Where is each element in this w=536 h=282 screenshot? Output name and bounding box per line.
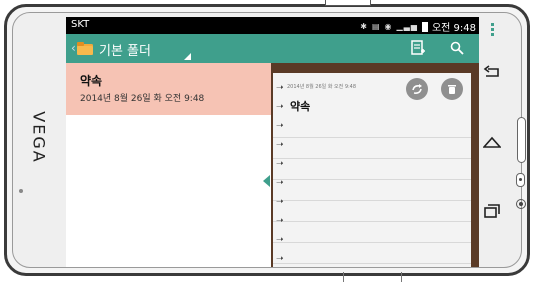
carrier-label: SKT	[71, 19, 90, 30]
wifi-icon: ◉	[384, 22, 393, 31]
note-date: 2014년 8월 26일 화 오전 9:48	[287, 84, 357, 90]
note-line	[273, 179, 471, 180]
note-title: 약속	[290, 100, 311, 113]
binder-ring-icon: ➝	[276, 140, 284, 150]
side-key	[516, 173, 525, 187]
brand-logo: VEGA	[27, 110, 51, 164]
phone-top-notch	[325, 0, 371, 6]
up-chevron-icon[interactable]: ‹	[71, 41, 76, 55]
battery-icon	[421, 21, 428, 32]
delete-icon[interactable]	[441, 78, 463, 100]
app-bar: ‹ 기본 폴더	[66, 34, 479, 63]
binder-ring-icon: ➝	[276, 216, 284, 226]
folder-title[interactable]: 기본 폴더	[99, 40, 151, 59]
phone-side-dot	[19, 189, 23, 193]
list-item[interactable]: 약속 2014년 8월 26일 화 오전 9:48	[66, 63, 271, 115]
note-line	[273, 263, 471, 264]
binder-ring-icon: ➝	[276, 197, 284, 207]
status-right-group: ✱ ▤ ◉ ▁▃▅ 오전 9:48	[360, 19, 476, 34]
note-list: 약속 2014년 8월 26일 화 오전 9:48	[66, 63, 271, 267]
note-line	[273, 137, 471, 138]
vibrate-icon: ▤	[371, 22, 381, 31]
bluetooth-icon: ✱	[360, 22, 368, 31]
signal-icon: ▁▃▅	[396, 22, 418, 31]
status-time: 오전 9:48	[431, 23, 476, 34]
note-line	[273, 200, 471, 201]
search-icon[interactable]	[447, 39, 467, 57]
status-bar: SKT ✱ ▤ ◉ ▁▃▅ 오전 9:48	[66, 17, 479, 34]
brand-text: VEGA	[29, 110, 49, 164]
note-line	[273, 221, 471, 222]
volume-rocker	[517, 117, 526, 163]
list-item-date: 2014년 8월 26일 화 오전 9:48	[80, 94, 205, 104]
collapse-pane-icon[interactable]	[263, 175, 270, 187]
binder-ring-icon: ➝	[276, 83, 284, 93]
share-icon[interactable]	[406, 78, 428, 100]
binder-ring-icon: ➝	[276, 254, 284, 264]
binder-ring-icon: ➝	[276, 235, 284, 245]
note-line	[273, 158, 471, 159]
phone-bottom-mark	[343, 272, 344, 282]
side-button	[516, 199, 526, 209]
home-icon[interactable]	[481, 131, 503, 153]
dropdown-indicator-icon[interactable]	[184, 53, 191, 60]
note-line	[273, 242, 471, 243]
recent-apps-icon[interactable]	[481, 200, 503, 222]
folder-icon[interactable]	[77, 42, 93, 55]
binder-ring-icon: ➝	[276, 102, 284, 112]
overflow-menu-icon[interactable]	[491, 23, 495, 38]
binder-ring-icon: ➝	[276, 159, 284, 169]
binder-ring-icon: ➝	[276, 178, 284, 188]
list-item-title: 약속	[80, 74, 103, 88]
new-note-icon[interactable]	[408, 39, 428, 57]
back-icon[interactable]	[481, 62, 503, 84]
phone-bottom-mark	[401, 272, 402, 282]
screen: SKT ✱ ▤ ◉ ▁▃▅ 오전 9:48 ‹ 기본 폴더 약속 2014년 8…	[66, 17, 479, 267]
binder-ring-icon: ➝	[276, 121, 284, 131]
